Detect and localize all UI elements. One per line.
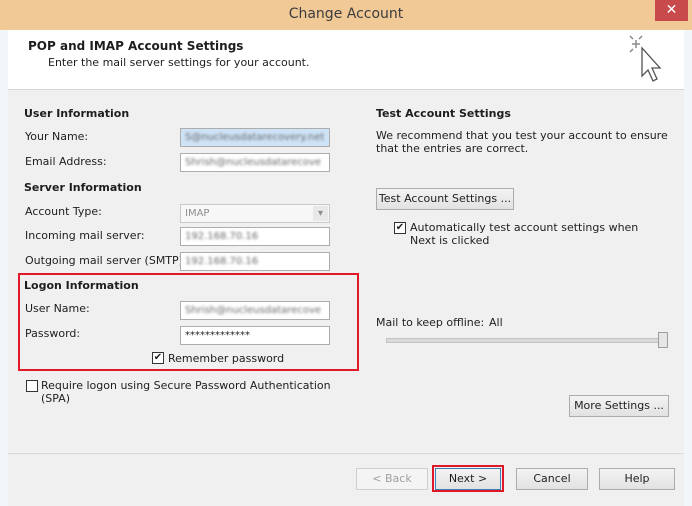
account-type-select[interactable]: IMAP ▾ (180, 204, 330, 223)
back-button[interactable]: < Back (356, 468, 428, 490)
window-title: Change Account (288, 6, 404, 22)
offline-slider-track[interactable] (386, 338, 666, 343)
user-info-heading: User Information (24, 107, 130, 120)
username-value: Shrish@nucleusdatarecove (185, 305, 322, 316)
account-type-label: Account Type: (25, 205, 102, 218)
your-name-field[interactable]: S@nucleusdatarecovery.net (180, 128, 330, 147)
test-account-settings-button[interactable]: Test Account Settings ... (376, 188, 514, 210)
title-bar: Change Account ✕ (0, 0, 692, 30)
remember-password-checkbox[interactable]: ✔ (152, 352, 164, 364)
auto-test-label: Automatically test account settings when… (410, 221, 639, 247)
auto-test-checkbox[interactable]: ✔ (394, 222, 406, 234)
dialog-body: User Information Your Name: S@nucleusdat… (8, 90, 684, 452)
help-button[interactable]: Help (599, 468, 675, 490)
offline-value: All (489, 316, 503, 329)
close-button[interactable]: ✕ (655, 0, 688, 21)
remember-password-label: Remember password (168, 352, 285, 365)
next-button[interactable]: Next > (435, 468, 501, 490)
username-field[interactable]: Shrish@nucleusdatarecove (180, 301, 330, 320)
server-info-heading: Server Information (24, 181, 142, 194)
outgoing-server-field[interactable]: 192.168.70.16 (180, 252, 330, 271)
cancel-button[interactable]: Cancel (516, 468, 588, 490)
username-label: User Name: (25, 302, 90, 315)
dialog-header: POP and IMAP Account Settings Enter the … (8, 30, 684, 90)
test-settings-heading: Test Account Settings (376, 107, 511, 120)
password-label: Password: (25, 327, 81, 340)
offline-label: Mail to keep offline: (376, 316, 485, 329)
header-title: POP and IMAP Account Settings (28, 39, 244, 53)
password-value: ************* (185, 330, 250, 341)
incoming-server-field[interactable]: 192.168.70.16 (180, 227, 330, 246)
password-field[interactable]: ************* (180, 326, 330, 345)
email-label: Email Address: (25, 155, 107, 168)
incoming-server-label: Incoming mail server: (25, 229, 145, 242)
outgoing-server-value: 192.168.70.16 (185, 256, 259, 267)
cursor-sparkle-icon (629, 35, 662, 82)
logon-info-heading: Logon Information (24, 279, 139, 292)
offline-slider-thumb[interactable] (658, 332, 668, 348)
email-value: Shrish@nucleusdatarecove (185, 157, 322, 168)
account-type-value: IMAP (185, 208, 210, 219)
dialog-footer: < Back Next > Cancel Help (8, 453, 684, 506)
spa-checkbox[interactable] (26, 380, 38, 392)
incoming-server-value: 192.168.70.16 (185, 231, 259, 242)
email-field[interactable]: Shrish@nucleusdatarecove (180, 153, 330, 172)
test-settings-description: We recommend that you test your account … (376, 129, 668, 155)
your-name-label: Your Name: (25, 130, 89, 143)
your-name-value: S@nucleusdatarecovery.net (185, 132, 325, 143)
more-settings-button[interactable]: More Settings ... (569, 395, 669, 417)
chevron-down-icon: ▾ (313, 206, 328, 221)
outgoing-server-label: Outgoing mail server (SMTP): (25, 254, 187, 267)
header-subtitle: Enter the mail server settings for your … (48, 56, 310, 69)
spa-label: Require logon using Secure Password Auth… (41, 379, 331, 405)
